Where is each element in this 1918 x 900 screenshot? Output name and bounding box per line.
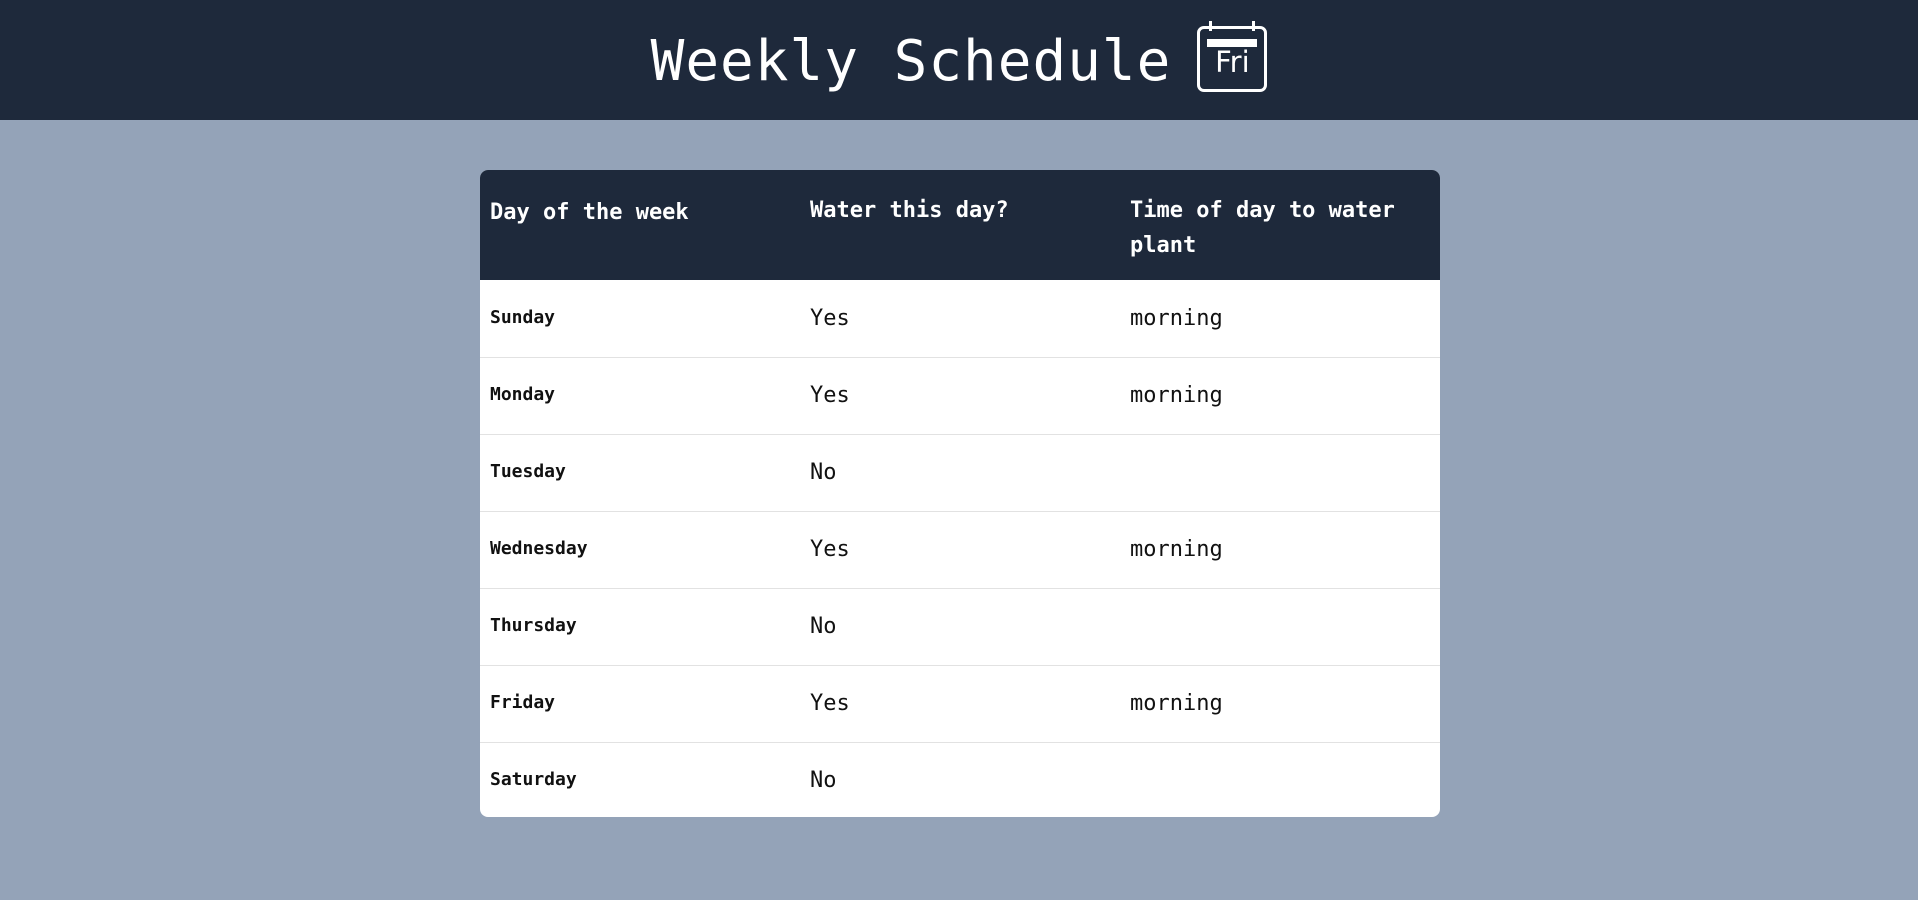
cell-time [1120, 588, 1440, 665]
page-header: Weekly Schedule Fri [0, 0, 1918, 120]
table-row: Monday Yes morning [480, 357, 1440, 434]
table-header-row: Day of the week Water this day? Time of … [480, 170, 1440, 280]
cell-time: morning [1130, 537, 1223, 562]
table-row: Tuesday No [480, 434, 1440, 511]
calendar-icon-day: Fri [1215, 45, 1250, 79]
calendar-ring-right [1252, 21, 1256, 31]
column-header-day: Day of the week [490, 200, 689, 225]
cell-water: Yes [810, 537, 850, 562]
table-row: Saturday No [480, 742, 1440, 817]
cell-time [1120, 434, 1440, 511]
cell-day: Friday [490, 692, 556, 713]
table-row: Sunday Yes morning [480, 280, 1440, 357]
calendar-ring-left [1209, 21, 1213, 31]
cell-water: No [810, 460, 837, 485]
cell-water: Yes [810, 383, 850, 408]
cell-time [1120, 742, 1440, 817]
cell-water: No [810, 768, 837, 794]
cell-water: No [810, 614, 837, 639]
cell-day: Sunday [490, 306, 556, 328]
cell-time: morning [1130, 691, 1223, 716]
page-title: Weekly Schedule [650, 29, 1172, 94]
cell-water: Yes [810, 305, 850, 331]
table-row: Friday Yes morning [480, 665, 1440, 742]
table-row: Thursday No [480, 588, 1440, 665]
column-header-water: Water this day? [810, 198, 1009, 223]
table-body: Sunday Yes morning Monday Yes morning Tu… [480, 280, 1440, 817]
cell-day: Monday [490, 384, 556, 405]
cell-water: Yes [810, 691, 850, 716]
calendar-icon: Fri [1197, 21, 1268, 92]
schedule-table: Day of the week Water this day? Time of … [480, 170, 1440, 817]
cell-day: Wednesday [490, 538, 588, 559]
cell-day: Thursday [490, 615, 577, 636]
cell-time: morning [1130, 383, 1223, 408]
cell-day: Saturday [490, 769, 577, 791]
cell-time: morning [1130, 305, 1223, 331]
column-header-time: Time of day to water plant [1130, 198, 1395, 258]
cell-day: Tuesday [490, 461, 566, 482]
table-row: Wednesday Yes morning [480, 511, 1440, 588]
schedule-table-container: Day of the week Water this day? Time of … [480, 170, 1440, 817]
table-header: Day of the week Water this day? Time of … [480, 170, 1440, 280]
